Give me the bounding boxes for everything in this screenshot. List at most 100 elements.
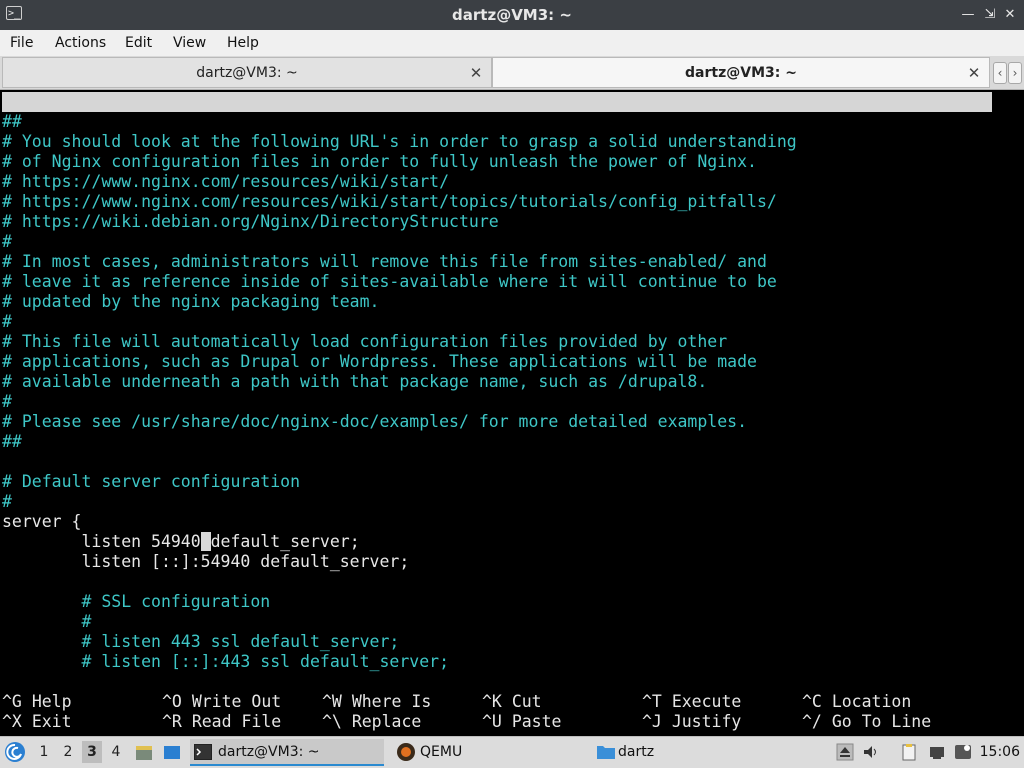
editor-line[interactable]: listen [::]:54940 default_server; — [2, 552, 797, 572]
shortcut-key: ^O — [162, 692, 182, 711]
editor-line[interactable]: # You should look at the following URL's… — [2, 132, 797, 152]
editor-line[interactable]: # leave it as reference inside of sites-… — [2, 272, 797, 292]
tab-label: dartz@VM3: ~ — [196, 65, 298, 81]
workspace-1[interactable]: 1 — [34, 741, 54, 763]
nano-header: GNU nano 6.2 /etc/nginx/sites-enabled/de… — [2, 92, 992, 151]
tab-scroll-right-icon[interactable]: › — [1008, 62, 1022, 84]
workspace-3[interactable]: 3 — [82, 741, 102, 763]
editor-line[interactable]: server { — [2, 512, 797, 532]
editor-line[interactable]: # Default server configuration — [2, 472, 797, 492]
editor-line[interactable]: # — [2, 232, 797, 252]
shortcut-replace[interactable]: ^\ Replace — [322, 712, 421, 732]
task-label: QEMU — [420, 744, 463, 760]
nano-shortcut-bar: ^G Help ^X Exit ^O Write Out ^R Read File ^W… — [2, 692, 992, 732]
editor-line[interactable]: # Please see /usr/share/doc/nginx-doc/ex… — [2, 412, 797, 432]
task-label: dartz@VM3: ~ — [218, 744, 320, 760]
editor-line[interactable]: # — [2, 612, 797, 632]
clipboard-icon[interactable] — [900, 743, 918, 761]
task-file-manager[interactable]: dartz — [592, 739, 772, 766]
menu-file[interactable]: File — [10, 30, 33, 56]
editor-line[interactable]: # listen 443 ssl default_server; — [2, 632, 797, 652]
tab-scroll-left-icon[interactable]: ‹ — [993, 62, 1007, 84]
editor-line[interactable] — [2, 452, 797, 472]
shortcut-paste[interactable]: ^U Paste — [482, 712, 561, 732]
editor-line[interactable]: ## — [2, 112, 797, 132]
editor-line[interactable]: # of Nginx configuration files in order … — [2, 152, 797, 172]
start-menu-icon[interactable] — [4, 741, 26, 763]
editor-line[interactable]: # In most cases, administrators will rem… — [2, 252, 797, 272]
taskbar: 1 2 3 4 dartz@VM3: ~ QEMU dartz 15:06 — [0, 736, 1024, 768]
tab-terminal-1[interactable]: dartz@VM3: ~ ✕ — [2, 57, 492, 88]
shortcut-label: Cut — [511, 692, 542, 711]
notification-icon[interactable] — [954, 743, 972, 761]
tab-bar: dartz@VM3: ~ ✕ dartz@VM3: ~ ✕ ‹ › — [0, 56, 1024, 90]
editor-line[interactable]: # — [2, 392, 797, 412]
tab-close-icon[interactable]: ✕ — [469, 58, 483, 89]
editor-line[interactable]: # This file will automatically load conf… — [2, 332, 797, 352]
editor-line[interactable] — [2, 572, 797, 592]
tab-terminal-2[interactable]: dartz@VM3: ~ ✕ — [492, 57, 990, 88]
window-titlebar[interactable]: >_ dartz@VM3: ~ — ⇲ ✕ — [0, 0, 1024, 30]
editor-line[interactable]: # updated by the nginx packaging team. — [2, 292, 797, 312]
workspace-2[interactable]: 2 — [58, 741, 78, 763]
terminal-view[interactable]: GNU nano 6.2 /etc/nginx/sites-enabled/de… — [0, 90, 1024, 736]
editor-line[interactable]: ## — [2, 432, 797, 452]
show-desktop-icon[interactable] — [162, 743, 182, 763]
shortcut-key: ^G — [2, 692, 22, 711]
shortcut-key: ^R — [162, 712, 182, 731]
close-icon[interactable]: ✕ — [1000, 5, 1020, 25]
menu-view[interactable]: View — [173, 30, 206, 56]
editor-line[interactable]: # https://www.nginx.com/resources/wiki/s… — [2, 192, 797, 212]
editor-line[interactable]: # listen [::]:443 ssl default_server; — [2, 652, 797, 672]
shortcut-label: Go To Line — [831, 712, 932, 731]
shortcut-exit[interactable]: ^X Exit — [2, 712, 72, 732]
maximize-icon[interactable]: ⇲ — [980, 5, 1000, 25]
task-qemu[interactable]: QEMU — [392, 739, 572, 766]
editor-buffer[interactable]: ## # You should look at the following URL… — [2, 112, 797, 672]
notes-launcher-icon[interactable] — [134, 743, 154, 763]
shortcut-label: Exit — [31, 712, 72, 731]
editor-line[interactable]: # — [2, 312, 797, 332]
shortcut-justify[interactable]: ^J Justify — [642, 712, 741, 732]
menu-actions[interactable]: Actions — [55, 30, 106, 56]
terminal-scrollbar[interactable] — [992, 90, 1024, 736]
menu-help[interactable]: Help — [227, 30, 259, 56]
clock[interactable]: 15:06 — [980, 737, 1020, 768]
eject-icon[interactable] — [836, 743, 854, 761]
editor-line[interactable]: # SSL configuration — [2, 592, 797, 612]
editor-line[interactable]: listen 54940 default_server; — [2, 532, 797, 552]
workspace-4[interactable]: 4 — [106, 741, 126, 763]
shortcut-where-is[interactable]: ^W Where Is — [322, 692, 431, 712]
shortcut-key: ^J — [642, 712, 662, 731]
shortcut-help[interactable]: ^G Help — [2, 692, 72, 712]
volume-icon[interactable] — [862, 743, 880, 761]
editor-line[interactable]: # https://www.nginx.com/resources/wiki/s… — [2, 172, 797, 192]
qemu-icon — [397, 743, 415, 761]
shortcut-read-file[interactable]: ^R Read File — [162, 712, 281, 732]
shortcut-key: ^C — [802, 692, 822, 711]
line-text: default_server; — [210, 532, 360, 551]
shortcut-label: Where Is — [351, 692, 432, 711]
text-cursor — [200, 532, 211, 551]
menu-bar: File Actions Edit View Help — [0, 30, 1024, 56]
editor-line[interactable]: # available underneath a path with that … — [2, 372, 797, 392]
shortcut-execute[interactable]: ^T Execute — [642, 692, 741, 712]
editor-line[interactable]: # applications, such as Drupal or Wordpr… — [2, 352, 797, 372]
shortcut-label: Execute — [671, 692, 742, 711]
network-icon[interactable] — [928, 743, 946, 761]
shortcut-write-out[interactable]: ^O Write Out — [162, 692, 281, 712]
shortcut-location[interactable]: ^C Location — [802, 692, 911, 712]
shortcut-label: Paste — [511, 712, 562, 731]
shortcut-key: ^U — [482, 712, 502, 731]
editor-line[interactable]: # — [2, 492, 797, 512]
menu-edit[interactable]: Edit — [125, 30, 152, 56]
shortcut-label: Justify — [671, 712, 742, 731]
tab-close-icon[interactable]: ✕ — [967, 58, 981, 89]
shortcut-label: Write Out — [191, 692, 282, 711]
minimize-icon[interactable]: — — [958, 5, 978, 25]
editor-line[interactable]: # https://wiki.debian.org/Nginx/Director… — [2, 212, 797, 232]
scrollbar-thumb[interactable] — [992, 112, 1024, 432]
task-terminal[interactable]: dartz@VM3: ~ — [190, 739, 384, 766]
shortcut-cut[interactable]: ^K Cut — [482, 692, 542, 712]
shortcut-go-to-line[interactable]: ^/ Go To Line — [802, 712, 931, 732]
